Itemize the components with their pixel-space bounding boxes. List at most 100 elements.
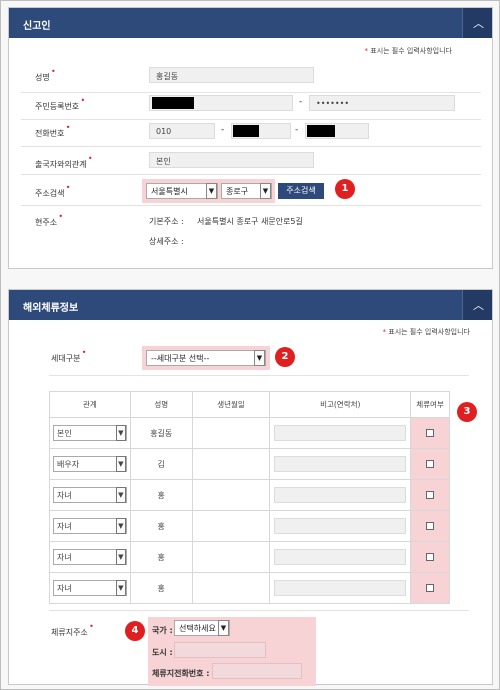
- member-name: 홍: [129, 572, 193, 604]
- member-name: 홍: [129, 510, 193, 542]
- dash: -: [295, 125, 299, 135]
- divider: [21, 119, 481, 120]
- table-row: 본인 ▼ 홍길동: [49, 417, 450, 449]
- required-note-text: 표시는 필수 입력사항입니다: [370, 47, 452, 55]
- member-name: 홍: [129, 541, 193, 573]
- stay-checkbox[interactable]: [426, 460, 435, 468]
- address-search-button[interactable]: 주소검색: [278, 183, 324, 199]
- relation-value: 자녀: [57, 491, 72, 500]
- chevron-down-icon: ▼: [254, 350, 265, 366]
- badge-4: 4: [125, 621, 145, 641]
- page-frame: 신고인 ︿ * 표시는 필수 입력사항입니다 성명 • 홍길동 주민등록번호 • -…: [0, 0, 500, 690]
- table-row: 자녀 ▼ 홍: [49, 479, 450, 511]
- chevron-up-icon: ︿: [473, 17, 484, 30]
- rrn-back-field[interactable]: •••••••: [309, 95, 455, 111]
- redacted-block: [152, 97, 194, 109]
- chevron-down-icon: ▼: [115, 518, 126, 534]
- family-table: 관계 성명 생년월일 비고(연락처) 체류여부 본인 ▼ 홍길동 배우자 ▼ 김: [49, 391, 450, 604]
- divider: [21, 205, 481, 206]
- household-label: 세대구분 •: [51, 348, 87, 363]
- overseas-panel-title: 해외체류정보: [23, 303, 79, 314]
- current-address-label-text: 현주소: [35, 218, 58, 227]
- relation-select[interactable]: 자녀 ▼: [53, 487, 127, 503]
- badge-3: 3: [457, 402, 477, 422]
- table-row: 자녀 ▼ 홍: [49, 541, 450, 573]
- country-select[interactable]: 선택하세요 ▼: [174, 620, 230, 636]
- column-header: 체류여부: [410, 391, 450, 418]
- column-header: 성명: [129, 391, 193, 418]
- stay-checkbox[interactable]: [426, 584, 435, 592]
- memo-field[interactable]: [274, 425, 407, 441]
- relation-label-text: 출국자와의관계: [35, 160, 87, 169]
- country-select-value: 선택하세요: [179, 624, 216, 633]
- table-row: 배우자 ▼ 김: [49, 448, 450, 480]
- phone-label: 전화번호 •: [35, 123, 71, 138]
- relation-field[interactable]: 본인: [149, 152, 314, 168]
- collapse-toggle[interactable]: ︿: [462, 290, 492, 320]
- stay-phone-field[interactable]: [212, 663, 302, 679]
- birthdate-cell: [191, 448, 271, 480]
- divider: [21, 174, 481, 175]
- relation-label: 출국자와의관계 •: [35, 154, 93, 169]
- reporter-panel-header: 신고인 ︿: [9, 8, 492, 38]
- stay-checkbox[interactable]: [426, 429, 435, 437]
- chevron-down-icon: ▼: [206, 183, 217, 199]
- reporter-panel: 신고인 ︿ * 표시는 필수 입력사항입니다 성명 • 홍길동 주민등록번호 • -…: [8, 7, 493, 269]
- birthdate-cell: [191, 541, 271, 573]
- household-label-text: 세대구분: [51, 354, 81, 363]
- memo-field[interactable]: [274, 580, 407, 596]
- district-select-value: 종로구: [226, 187, 249, 196]
- memo-field[interactable]: [274, 487, 407, 503]
- name-field[interactable]: 홍길동: [149, 67, 314, 83]
- relation-select[interactable]: 자녀 ▼: [53, 518, 127, 534]
- detail-address-label: 상세주소 :: [149, 237, 184, 246]
- basic-address-label: 기본주소 :: [149, 217, 184, 226]
- district-select[interactable]: 종로구 ▼: [221, 183, 272, 199]
- table-row: 자녀 ▼ 홍: [49, 510, 450, 542]
- relation-select[interactable]: 배우자 ▼: [53, 456, 127, 472]
- chevron-down-icon: ▼: [260, 183, 271, 199]
- birthdate-cell: [191, 417, 271, 449]
- relation-value: 자녀: [57, 522, 72, 531]
- relation-select[interactable]: 자녀 ▼: [53, 580, 127, 596]
- column-header: 관계: [49, 391, 131, 418]
- dash: -: [221, 125, 225, 135]
- name-label-text: 성명: [35, 73, 50, 82]
- divider: [49, 375, 469, 376]
- dash: -: [299, 97, 303, 107]
- divider: [21, 92, 481, 93]
- memo-field[interactable]: [274, 518, 407, 534]
- stay-phone-label: 체류지전화번호 :: [152, 669, 210, 678]
- chevron-down-icon: ▼: [115, 487, 126, 503]
- city-select[interactable]: 서울특별시 ▼: [146, 183, 218, 199]
- memo-field[interactable]: [274, 549, 407, 565]
- divider: [49, 610, 469, 611]
- badge-1: 1: [335, 179, 355, 199]
- chevron-down-icon: ▼: [115, 425, 126, 441]
- city-field[interactable]: [174, 642, 266, 658]
- city-select-value: 서울특별시: [151, 187, 188, 196]
- relation-value: 자녀: [57, 553, 72, 562]
- relation-value: 자녀: [57, 584, 72, 593]
- divider: [21, 146, 481, 147]
- chevron-down-icon: ▼: [115, 580, 126, 596]
- relation-select[interactable]: 자녀 ▼: [53, 549, 127, 565]
- relation-select[interactable]: 본인 ▼: [53, 425, 127, 441]
- stay-checkbox[interactable]: [426, 553, 435, 561]
- required-note: * 표시는 필수 입력사항입니다: [382, 328, 470, 336]
- phone-prefix-field[interactable]: 010: [149, 123, 215, 139]
- member-name: 홍길동: [129, 417, 193, 449]
- relation-value: 배우자: [57, 460, 80, 469]
- birthdate-cell: [191, 479, 271, 511]
- phone-label-text: 전화번호: [35, 129, 65, 138]
- reporter-panel-title: 신고인: [23, 21, 51, 32]
- city-label: 도시 :: [152, 648, 173, 657]
- column-header: 비고(연락처): [269, 391, 412, 418]
- memo-field[interactable]: [274, 456, 407, 472]
- overseas-panel-header: 해외체류정보 ︿: [9, 290, 492, 320]
- address-search-label: 주소검색 •: [35, 183, 71, 198]
- stay-checkbox[interactable]: [426, 522, 435, 530]
- stay-checkbox[interactable]: [426, 491, 435, 499]
- household-select[interactable]: --세대구분 선택-- ▼: [146, 350, 266, 366]
- collapse-toggle[interactable]: ︿: [462, 8, 492, 38]
